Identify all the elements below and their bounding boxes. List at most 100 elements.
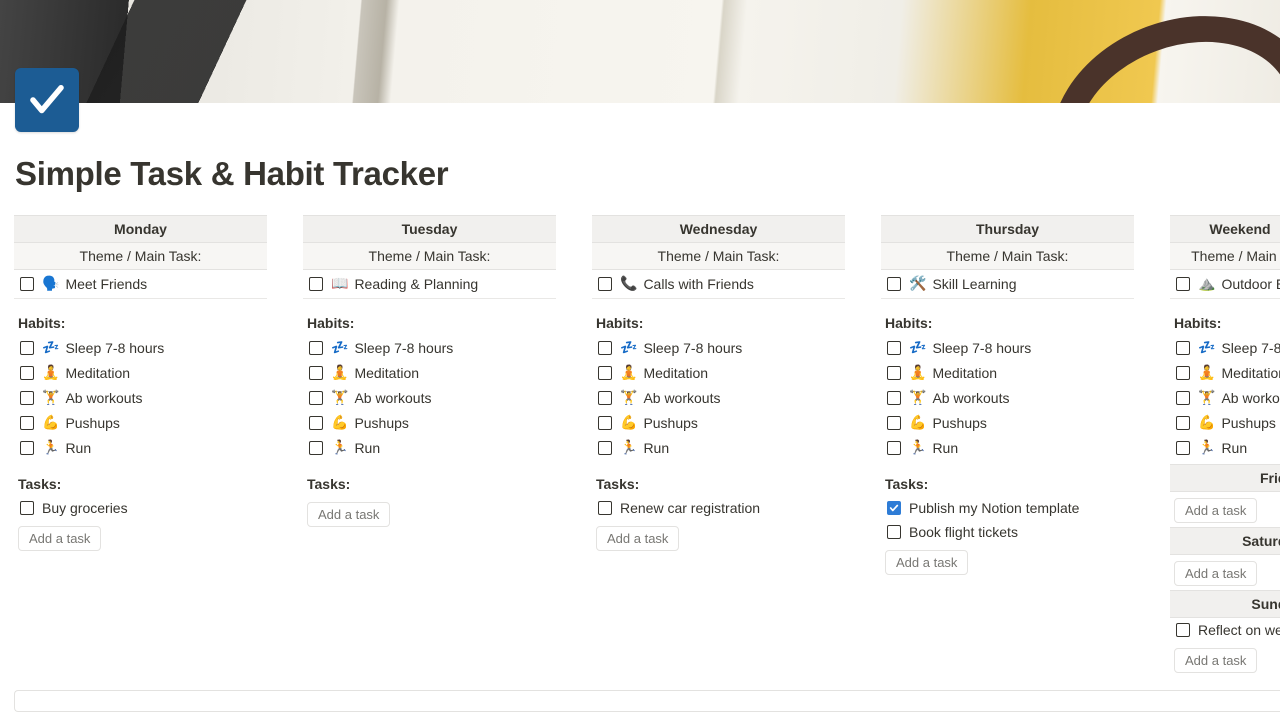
habit-label: Sleep 7-8 hours bbox=[65, 340, 164, 356]
habit-label: Ab workouts bbox=[354, 390, 431, 406]
task-label: Renew car registration bbox=[620, 500, 760, 516]
habit-emoji-icon: 🏃 bbox=[1198, 439, 1215, 456]
add-task-button[interactable]: Add a task bbox=[596, 526, 679, 551]
habit-label: Pushups bbox=[932, 415, 986, 431]
week-board: Monday Theme / Main Task: 🗣️ Meet Friend… bbox=[0, 193, 1280, 673]
habit-checkbox[interactable] bbox=[20, 391, 34, 405]
habit-emoji-icon: 🏋️ bbox=[331, 389, 348, 406]
habit-row: 🧘 Meditation bbox=[1170, 360, 1280, 385]
weekend-subday-header: Saturday bbox=[1170, 527, 1280, 555]
habit-row: 🏃 Run bbox=[592, 435, 845, 460]
theme-checkbox[interactable] bbox=[887, 277, 901, 291]
habit-checkbox[interactable] bbox=[309, 416, 323, 430]
add-task-button[interactable]: Add a task bbox=[307, 502, 390, 527]
habit-checkbox[interactable] bbox=[1176, 341, 1190, 355]
theme-emoji-icon: 📞 bbox=[620, 275, 637, 292]
habit-label: Run bbox=[65, 440, 91, 456]
habit-checkbox[interactable] bbox=[598, 416, 612, 430]
habit-emoji-icon: 🏋️ bbox=[1198, 389, 1215, 406]
task-row: Publish my Notion template bbox=[881, 496, 1134, 520]
theme-checkbox[interactable] bbox=[1176, 277, 1190, 291]
habit-checkbox[interactable] bbox=[309, 441, 323, 455]
habit-checkbox[interactable] bbox=[1176, 391, 1190, 405]
habit-emoji-icon: 🏃 bbox=[909, 439, 926, 456]
habit-row: 💤 Sleep 7-8 hours bbox=[303, 335, 556, 360]
task-checkbox[interactable] bbox=[598, 501, 612, 515]
habit-checkbox[interactable] bbox=[598, 341, 612, 355]
habit-emoji-icon: 💤 bbox=[1198, 339, 1215, 356]
habit-label: Sleep 7-8 hours bbox=[932, 340, 1031, 356]
habit-checkbox[interactable] bbox=[309, 341, 323, 355]
theme-emoji-icon: 🗣️ bbox=[42, 275, 59, 292]
add-task-button[interactable]: Add a task bbox=[1174, 561, 1257, 586]
add-task-button[interactable]: Add a task bbox=[18, 526, 101, 551]
day-column-wednesday: Wednesday Theme / Main Task: 📞 Calls wit… bbox=[592, 215, 845, 673]
theme-row: 📞 Calls with Friends bbox=[592, 270, 845, 299]
theme-label: Theme / Main T bbox=[1170, 243, 1280, 270]
task-row: Book flight tickets bbox=[881, 520, 1134, 544]
theme-checkbox[interactable] bbox=[598, 277, 612, 291]
habit-row: 🏃 Run bbox=[881, 435, 1134, 460]
habit-emoji-icon: 💪 bbox=[909, 414, 926, 431]
habit-checkbox[interactable] bbox=[1176, 416, 1190, 430]
habit-checkbox[interactable] bbox=[598, 366, 612, 380]
habit-checkbox[interactable] bbox=[20, 366, 34, 380]
habit-checkbox[interactable] bbox=[309, 391, 323, 405]
habit-checkbox[interactable] bbox=[20, 341, 34, 355]
page-icon-checkmark[interactable] bbox=[15, 68, 79, 132]
habit-checkbox[interactable] bbox=[887, 416, 901, 430]
cover-image bbox=[0, 0, 1280, 103]
theme-checkbox[interactable] bbox=[20, 277, 34, 291]
habit-row: 🏃 Run bbox=[1170, 435, 1280, 460]
theme-text: Outdoor Exp bbox=[1221, 276, 1280, 292]
habit-checkbox[interactable] bbox=[887, 391, 901, 405]
add-task-button[interactable]: Add a task bbox=[1174, 498, 1257, 523]
task-checkbox[interactable] bbox=[887, 501, 901, 515]
task-checkbox[interactable] bbox=[887, 525, 901, 539]
habit-label: Pushups bbox=[643, 415, 697, 431]
habit-emoji-icon: 🧘 bbox=[1198, 364, 1215, 381]
habit-row: 🏃 Run bbox=[303, 435, 556, 460]
theme-emoji-icon: 📖 bbox=[331, 275, 348, 292]
habits-section-label: Habits: bbox=[592, 299, 845, 335]
habit-checkbox[interactable] bbox=[1176, 366, 1190, 380]
theme-text: Reading & Planning bbox=[354, 276, 478, 292]
habit-label: Ab workouts bbox=[932, 390, 1009, 406]
habit-row: 💤 Sleep 7-8 ho bbox=[1170, 335, 1280, 360]
habit-checkbox[interactable] bbox=[309, 366, 323, 380]
habit-checkbox[interactable] bbox=[1176, 441, 1190, 455]
habit-row: 🧘 Meditation bbox=[881, 360, 1134, 385]
habit-checkbox[interactable] bbox=[887, 366, 901, 380]
bottom-block[interactable] bbox=[14, 690, 1280, 712]
habit-checkbox[interactable] bbox=[887, 441, 901, 455]
habit-row: 🏃 Run bbox=[14, 435, 267, 460]
habit-checkbox[interactable] bbox=[20, 441, 34, 455]
add-task-button[interactable]: Add a task bbox=[1174, 648, 1257, 673]
day-column-thursday: Thursday Theme / Main Task: 🛠️ Skill Lea… bbox=[881, 215, 1134, 673]
task-row: Reflect on week bbox=[1170, 618, 1280, 642]
task-checkbox[interactable] bbox=[20, 501, 34, 515]
theme-checkbox[interactable] bbox=[309, 277, 323, 291]
habit-checkbox[interactable] bbox=[598, 441, 612, 455]
task-checkbox[interactable] bbox=[1176, 623, 1190, 637]
theme-row: 🛠️ Skill Learning bbox=[881, 270, 1134, 299]
habit-label: Pushups bbox=[1221, 415, 1275, 431]
habit-emoji-icon: 🧘 bbox=[42, 364, 59, 381]
weekend-subday-header: Sunday bbox=[1170, 590, 1280, 618]
habit-label: Meditation bbox=[1221, 365, 1280, 381]
habit-row: 💪 Pushups bbox=[1170, 410, 1280, 435]
day-header: Weekend bbox=[1170, 215, 1280, 243]
habit-label: Run bbox=[643, 440, 669, 456]
habit-checkbox[interactable] bbox=[598, 391, 612, 405]
habit-checkbox[interactable] bbox=[887, 341, 901, 355]
theme-text: Meet Friends bbox=[65, 276, 147, 292]
habit-emoji-icon: 💤 bbox=[909, 339, 926, 356]
habit-label: Pushups bbox=[65, 415, 119, 431]
add-task-button[interactable]: Add a task bbox=[885, 550, 968, 575]
page-title: Simple Task & Habit Tracker bbox=[0, 103, 1280, 193]
habit-checkbox[interactable] bbox=[20, 416, 34, 430]
tasks-section-label: Tasks: bbox=[14, 460, 267, 496]
habit-row: 🧘 Meditation bbox=[14, 360, 267, 385]
habit-row: 💪 Pushups bbox=[881, 410, 1134, 435]
habits-section-label: Habits: bbox=[881, 299, 1134, 335]
